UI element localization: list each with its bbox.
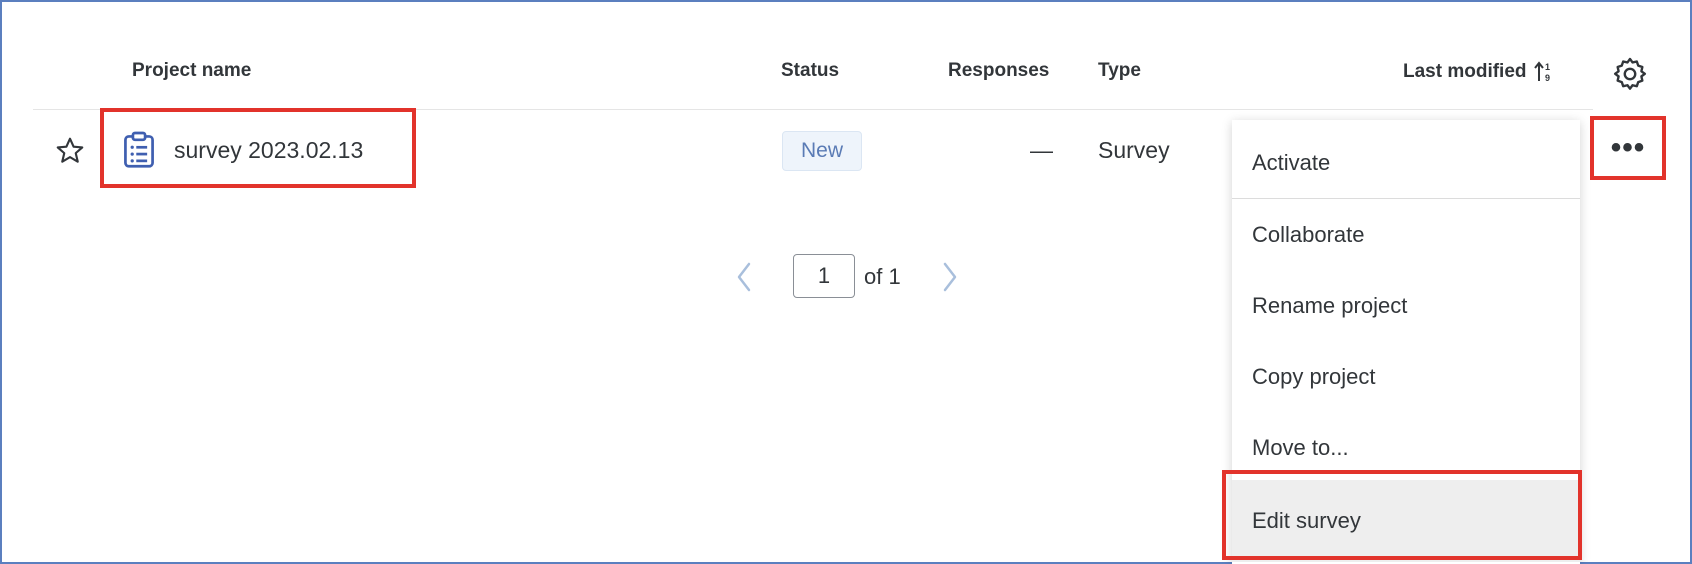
project-name-link[interactable]: survey 2023.02.13 xyxy=(174,137,363,164)
sort-numeric-icon: 1 9 xyxy=(1533,61,1550,83)
last-modified-label: Last modified xyxy=(1403,61,1527,82)
menu-item-edit-survey[interactable]: Edit survey xyxy=(1232,480,1580,562)
menu-item-move-to[interactable]: Move to... xyxy=(1232,435,1580,461)
type-value: Survey xyxy=(1098,137,1170,163)
row-actions-menu: Activate Collaborate Rename project Copy… xyxy=(1232,120,1580,564)
clipboard-list-icon xyxy=(124,131,154,168)
more-horizontal-icon: ••• xyxy=(1610,131,1646,164)
page-count-label: of 1 xyxy=(864,264,901,289)
column-header-responses[interactable]: Responses xyxy=(948,60,1049,82)
menu-item-activate[interactable]: Activate xyxy=(1232,150,1580,176)
star-outline-icon[interactable] xyxy=(54,135,86,167)
menu-item-copy-project[interactable]: Copy project xyxy=(1232,364,1580,390)
responses-value: — xyxy=(1030,137,1053,163)
column-header-status[interactable]: Status xyxy=(781,60,839,82)
menu-item-collaborate[interactable]: Collaborate xyxy=(1232,222,1580,248)
column-header-last-modified[interactable]: Last modified 1 9 xyxy=(1403,60,1555,84)
chevron-right-icon[interactable] xyxy=(940,260,960,294)
row-actions-button[interactable]: ••• xyxy=(1590,116,1666,180)
gear-icon[interactable] xyxy=(1611,55,1649,93)
column-header-type[interactable]: Type xyxy=(1098,60,1141,82)
status-badge: New xyxy=(782,131,862,171)
svg-text:1: 1 xyxy=(1545,62,1550,72)
column-header-project-name[interactable]: Project name xyxy=(132,60,251,82)
svg-text:9: 9 xyxy=(1545,73,1550,83)
menu-item-rename-project[interactable]: Rename project xyxy=(1232,293,1580,319)
menu-divider xyxy=(1232,198,1580,199)
chevron-left-icon[interactable] xyxy=(734,260,754,294)
page-number-input[interactable] xyxy=(793,254,855,298)
